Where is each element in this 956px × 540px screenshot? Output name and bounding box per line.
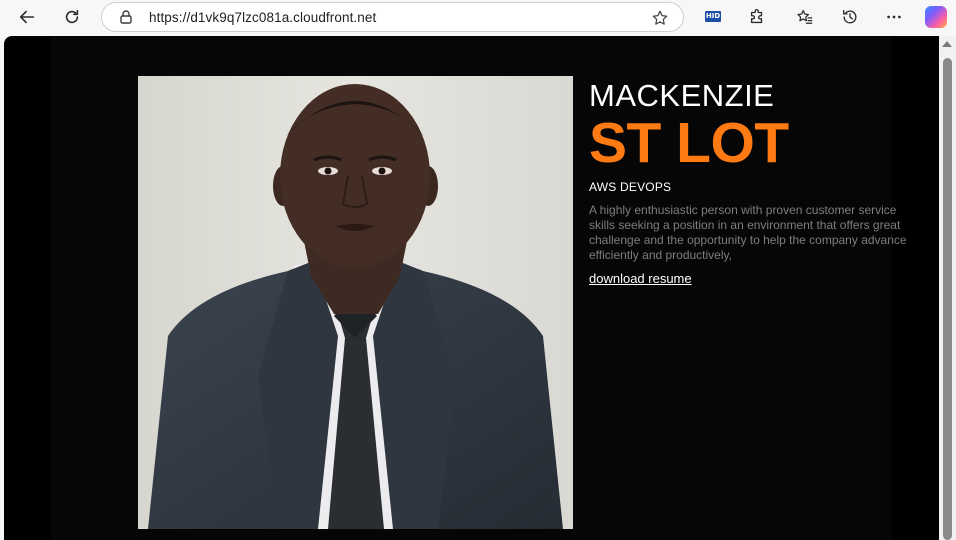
role-title: AWS DEVOPS bbox=[589, 180, 672, 194]
profile-photo bbox=[138, 76, 573, 529]
back-button[interactable] bbox=[12, 3, 42, 31]
extensions-icon bbox=[750, 9, 763, 24]
portfolio-page: MACKENZIE ST LOT AWS DEVOPS A highly ent… bbox=[51, 36, 907, 540]
more-button[interactable] bbox=[879, 3, 909, 31]
url-host: d1vk9q7lzc081a.cloudfront.net bbox=[190, 10, 377, 25]
history-button[interactable] bbox=[835, 3, 865, 31]
browser-toolbar: https://d1vk9q7lzc081a.cloudfront.net HI… bbox=[0, 0, 956, 35]
back-icon bbox=[19, 10, 35, 24]
first-name-heading: MACKENZIE bbox=[589, 78, 775, 113]
profile-info: MACKENZIE ST LOT AWS DEVOPS A highly ent… bbox=[589, 78, 909, 288]
history-icon bbox=[843, 10, 857, 24]
address-bar[interactable]: https://d1vk9q7lzc081a.cloudfront.net bbox=[101, 2, 684, 32]
bio-text: A highly enthusiastic person with proven… bbox=[589, 203, 907, 262]
scroll-up-arrow-icon[interactable] bbox=[942, 41, 952, 47]
favorites-icon bbox=[797, 10, 813, 24]
vertical-scrollbar[interactable] bbox=[939, 36, 956, 540]
scroll-thumb[interactable] bbox=[943, 58, 952, 540]
refresh-icon bbox=[65, 9, 79, 24]
lock-icon[interactable] bbox=[118, 9, 134, 25]
url-text[interactable]: https://d1vk9q7lzc081a.cloudfront.net bbox=[149, 10, 376, 25]
last-name-heading: ST LOT bbox=[589, 111, 789, 175]
download-resume-link[interactable]: download resume bbox=[589, 271, 692, 286]
more-icon bbox=[887, 15, 901, 19]
refresh-button[interactable] bbox=[57, 3, 87, 31]
favorites-button[interactable] bbox=[790, 3, 820, 31]
extension-hid-icon[interactable]: HID bbox=[705, 11, 721, 22]
copilot-icon[interactable] bbox=[925, 6, 947, 28]
web-viewport: MACKENZIE ST LOT AWS DEVOPS A highly ent… bbox=[4, 36, 956, 540]
extensions-button[interactable] bbox=[742, 3, 772, 31]
favorite-star-icon[interactable] bbox=[651, 9, 669, 27]
url-protocol: https:// bbox=[149, 10, 191, 25]
